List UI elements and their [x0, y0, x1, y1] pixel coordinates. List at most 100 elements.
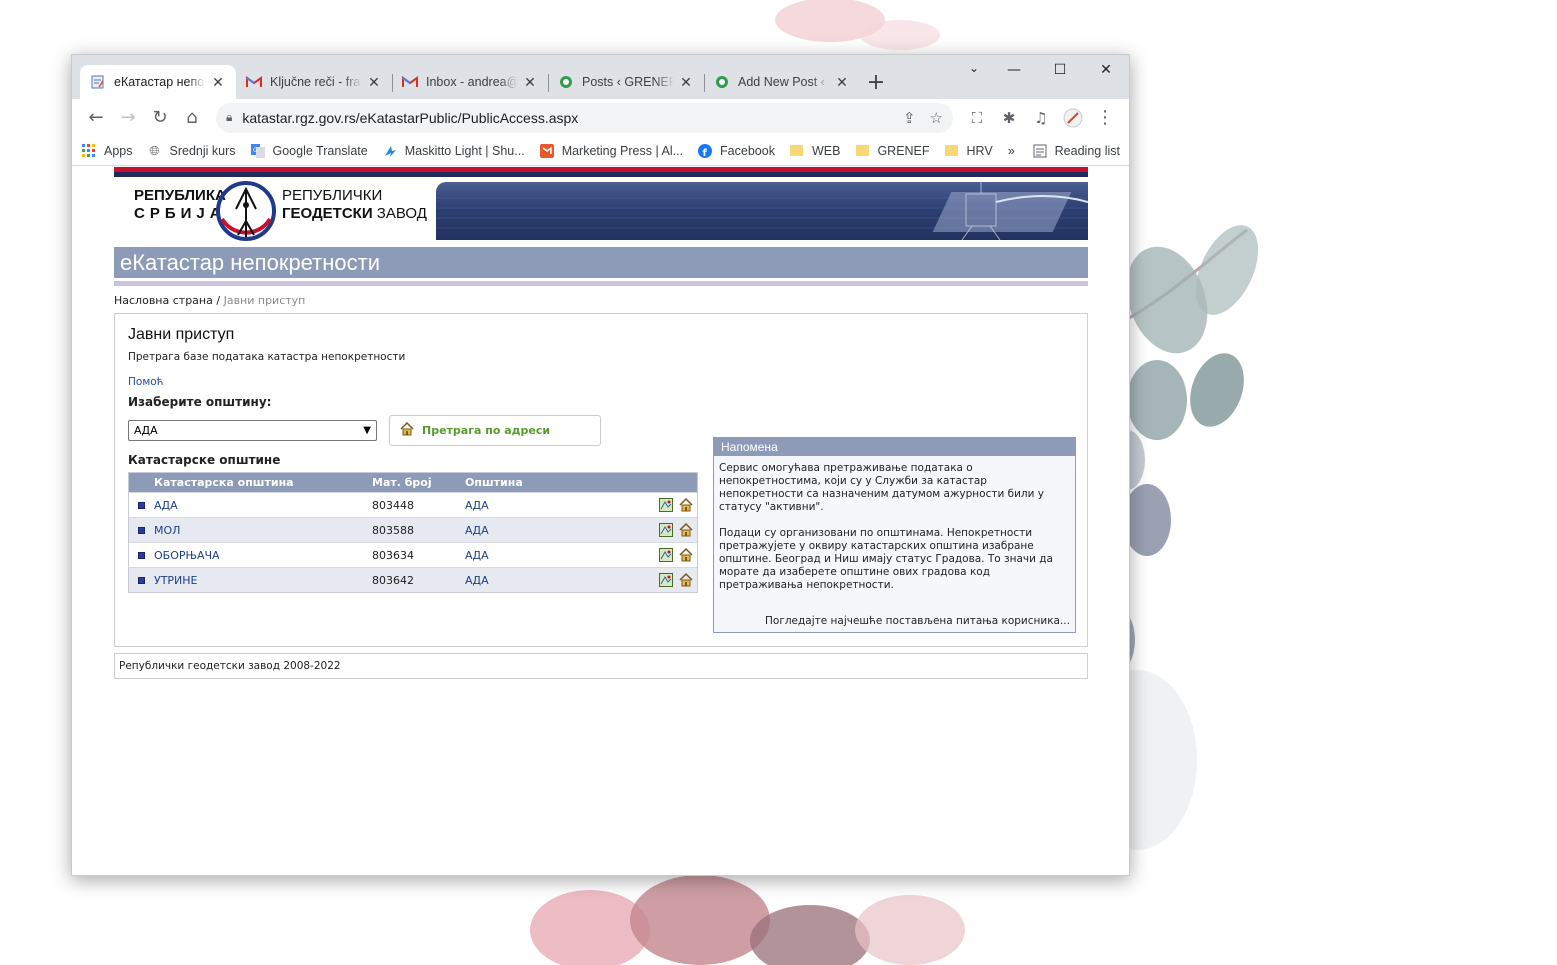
ko-name-link[interactable]: АДА [154, 499, 372, 512]
maskitto-icon [383, 144, 397, 158]
tab-close-icon[interactable]: ✕ [834, 74, 850, 91]
tab-inbox[interactable]: Inbox - andrea@ ✕ [392, 65, 548, 99]
media-control-icon[interactable]: ♫ [1025, 102, 1057, 134]
bookmark-label: Facebook [720, 143, 775, 158]
profile-avatar[interactable] [1057, 102, 1089, 134]
note-panel: Напомена Сервис омогућава претраживање п… [713, 437, 1076, 633]
bookmark-folder-web[interactable]: WEB [790, 144, 840, 158]
home-icon[interactable]: ⌂ [176, 102, 208, 134]
banner-image [436, 182, 1088, 240]
cadastral-municipalities-label: Катастарске општине [128, 453, 281, 467]
ko-name-link[interactable]: ОБОРЊАЧА [154, 549, 372, 562]
address-bar[interactable]: 🔒︎ katastar.rgz.gov.rs/eKatastarPublic/P… [216, 102, 953, 133]
parcel-search-icon[interactable] [659, 573, 673, 587]
note-paragraph: Подаци су организовани по општинама. Неп… [719, 527, 1053, 591]
building-search-icon[interactable] [679, 523, 693, 537]
tab-title: Add New Post ‹ G [738, 75, 830, 89]
share-icon[interactable]: ⇪ [903, 109, 916, 127]
overflow-chevron-icon: » [1007, 143, 1015, 158]
screenshot-extension-icon[interactable]: ⛶ [961, 102, 993, 134]
ko-mb: 803634 [372, 548, 414, 562]
note-title: Напомена [714, 438, 1075, 456]
ko-mb: 803588 [372, 523, 414, 537]
back-arrow-icon[interactable]: ← [80, 102, 112, 134]
tab-title: Ključne reči - fraz [270, 75, 362, 89]
building-search-icon[interactable] [679, 498, 693, 512]
ekatastar-favicon-icon [90, 74, 106, 90]
logo-republicki-geodetski-zavod[interactable]: РЕПУБЛИЧКИ ГЕОДЕТСКИ ЗАВОД [282, 187, 427, 223]
parcel-search-icon[interactable] [659, 523, 673, 537]
tab-kljucne-reci[interactable]: Ključne reči - fraz ✕ [236, 65, 392, 99]
tab-close-icon[interactable]: ✕ [678, 74, 694, 91]
bookmark-label: Maskitto Light | Shu... [404, 143, 525, 158]
bookmark-label: Marketing Press | Al... [561, 143, 684, 158]
bookmark-srednji-kurs[interactable]: 🌐︎ Srednji kurs [148, 143, 235, 158]
extensions-puzzle-icon[interactable]: ✱ [993, 102, 1025, 134]
new-tab-button[interactable]: + [860, 65, 892, 99]
tab-search-chevron-icon[interactable]: ⌄ [969, 61, 979, 75]
bookmark-label: GRENEF [877, 143, 930, 158]
op-name-link[interactable]: АДА [465, 499, 645, 512]
bookmark-star-icon[interactable]: ☆ [930, 109, 943, 127]
parcel-search-icon[interactable] [659, 548, 673, 562]
help-link[interactable]: Помоћ [128, 376, 164, 388]
menu-kebab-icon[interactable]: ⋮ [1089, 102, 1121, 134]
reading-list-label: Reading list [1054, 143, 1120, 158]
breadcrumb-home-link[interactable]: Насловна страна [114, 294, 213, 307]
bullet-icon [138, 551, 145, 559]
forward-arrow-icon[interactable]: → [112, 102, 144, 134]
building-search-icon[interactable] [679, 548, 693, 562]
address-search-button[interactable]: Претрага по адреси [389, 415, 601, 446]
faq-link[interactable]: Погледајте најчешће постављена питања ко… [765, 615, 1070, 627]
reading-list-button[interactable]: Reading list [1033, 144, 1120, 158]
minimize-button[interactable]: — [991, 55, 1037, 85]
page-content: РЕПУБЛИКА СРБИЈА РЕПУБЛИЧКИ ГЕОДЕТСКИ ЗА… [114, 167, 1088, 679]
reload-icon[interactable]: ↻ [144, 102, 176, 134]
tab-title: еКатастар непок [114, 75, 206, 89]
bullet-icon [138, 526, 145, 534]
bookmark-facebook[interactable]: f Facebook [698, 143, 775, 158]
ko-name-link[interactable]: МОЛ [154, 524, 372, 537]
tab-add-new-post[interactable]: Add New Post ‹ G ✕ [704, 65, 860, 99]
ko-name-link[interactable]: УТРИНЕ [154, 574, 372, 587]
bookmark-marketing-press[interactable]: Marketing Press | Al... [539, 143, 684, 158]
op-name-link[interactable]: АДА [465, 549, 645, 562]
rgz-emblem-icon[interactable] [214, 179, 278, 243]
bookmark-google-translate[interactable]: G Google Translate [250, 143, 368, 158]
lock-icon[interactable]: 🔒︎ [226, 110, 232, 125]
bookmark-folder-grenef[interactable]: GRENEF [855, 143, 930, 158]
svg-text:f: f [703, 148, 708, 158]
op-name-link[interactable]: АДА [465, 574, 645, 587]
address-search-label: Претрага по адреси [422, 424, 551, 437]
page-subtitle: Претрага базе података катастра непокрет… [128, 351, 406, 363]
bookmarks-overflow-button[interactable]: » [1008, 144, 1015, 158]
building-search-icon[interactable] [679, 573, 693, 587]
tab-close-icon[interactable]: ✕ [522, 74, 538, 91]
op-name-link[interactable]: АДА [465, 524, 645, 537]
logo-text-line: РЕПУБЛИКА [134, 187, 226, 204]
bookmark-apps[interactable]: Apps [82, 143, 133, 158]
ko-mb: 803448 [372, 498, 414, 512]
bookmark-maskitto[interactable]: Maskitto Light | Shu... [383, 144, 525, 158]
bookmark-folder-hrv[interactable]: HRV [945, 144, 993, 158]
tab-close-icon[interactable]: ✕ [366, 74, 382, 91]
table-row: ОБОРЊАЧА 803634 АДА [129, 542, 697, 567]
logo-text-line: РЕПУБЛИЧКИ [282, 187, 383, 204]
table-header: Катастарска општина Мат. број Општина [129, 473, 697, 492]
bookmark-label: WEB [811, 143, 841, 158]
close-window-button[interactable]: ✕ [1083, 55, 1129, 85]
municipality-select[interactable]: АДА ▼ [128, 420, 377, 441]
page-footer: Републички геодетски завод 2008-2022 [114, 653, 1088, 679]
breadcrumb-separator: / [216, 294, 221, 307]
bookmarks-bar: Apps 🌐︎ Srednji kurs G Google Translate … [72, 136, 1129, 166]
choose-municipality-label: Изаберите општину: [128, 395, 272, 409]
apps-grid-icon [82, 143, 96, 158]
logo-republika-srbija[interactable]: РЕПУБЛИКА СРБИЈА [134, 187, 226, 223]
marketing-icon [539, 143, 554, 158]
parcel-search-icon[interactable] [659, 498, 673, 512]
tab-ekatastar[interactable]: еКатастар непок ✕ [80, 65, 236, 99]
column-header-mb: Мат. број [372, 476, 432, 489]
tab-posts-grenef[interactable]: Posts ‹ GRENEF — ✕ [548, 65, 704, 99]
maximize-button[interactable]: ☐ [1037, 55, 1083, 85]
tab-close-icon[interactable]: ✕ [210, 74, 226, 91]
